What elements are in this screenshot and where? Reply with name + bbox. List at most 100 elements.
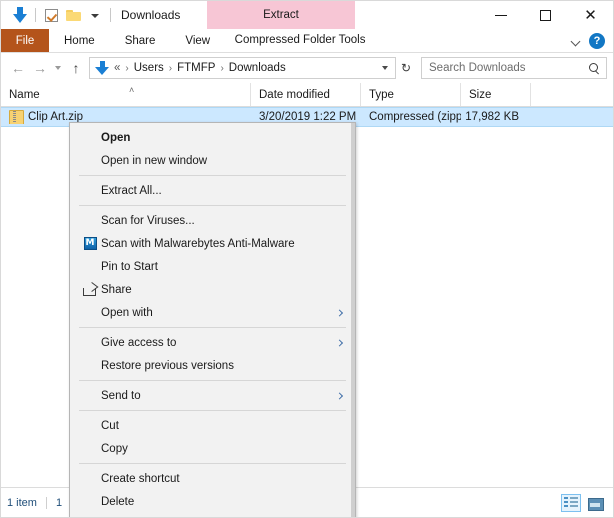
menu-item-restore-previous-versions[interactable]: Restore previous versions	[70, 354, 355, 377]
column-header-blank	[531, 83, 613, 106]
refresh-button[interactable]: ↻	[396, 57, 416, 79]
submenu-chevron-icon	[335, 308, 344, 317]
details-view-icon	[564, 497, 578, 509]
tab-view[interactable]: View	[170, 29, 225, 52]
new-folder-icon[interactable]	[62, 4, 84, 26]
menu-item-icon-placeholder	[79, 304, 101, 322]
back-button[interactable]: ←	[7, 57, 29, 79]
zip-folder-icon	[9, 110, 24, 124]
qat-divider	[35, 8, 36, 22]
menu-item-icon-placeholder	[79, 212, 101, 230]
sort-ascending-icon: ˄	[129, 85, 135, 95]
customize-qat-icon[interactable]	[84, 4, 106, 26]
column-headers: Name ˄ Date modified Type Size	[1, 83, 613, 107]
menu-item-label: Open	[101, 131, 131, 144]
recent-locations-button[interactable]	[51, 57, 65, 79]
up-button[interactable]: ↑	[65, 57, 87, 79]
menu-item-share[interactable]: Share	[70, 278, 355, 301]
submenu-chevron-icon	[335, 338, 344, 347]
forward-button[interactable]: →	[29, 57, 51, 79]
menu-item-extract-all[interactable]: Extract All...	[70, 179, 355, 202]
large-icons-view-button[interactable]	[585, 494, 605, 512]
menu-item-label: Scan for Viruses...	[101, 214, 195, 227]
menu-item-label: Cut	[101, 419, 119, 432]
downloads-arrow-icon[interactable]	[9, 4, 31, 26]
breadcrumb-item-ftmfp[interactable]: FTMFP	[177, 62, 215, 74]
menu-item-icon-placeholder	[79, 129, 101, 147]
status-item-count: 1 item	[7, 496, 37, 509]
title-bar: Downloads Extract ✕	[1, 1, 613, 29]
column-header-type[interactable]: Type	[361, 83, 461, 106]
menu-item-send-to[interactable]: Send to	[70, 384, 355, 407]
menu-item-label: Open in new window	[101, 154, 208, 167]
file-explorer-window: Downloads Extract ✕ File Home Share View…	[0, 0, 614, 518]
menu-item-icon-placeholder	[79, 357, 101, 375]
search-icon	[589, 62, 600, 74]
menu-item-create-shortcut[interactable]: Create shortcut	[70, 467, 355, 490]
malwarebytes-icon: M	[79, 235, 101, 253]
breadcrumb-item-downloads[interactable]: Downloads	[229, 62, 286, 74]
menu-separator	[79, 175, 346, 176]
file-type-cell: Compressed (zipp...	[369, 111, 461, 123]
breadcrumb-dropdown-icon[interactable]	[377, 66, 393, 70]
context-menu: Open Open in new window Extract All... Scan…	[69, 122, 356, 517]
file-size-cell: 17,982 KB	[465, 111, 519, 123]
menu-item-cut[interactable]: Cut	[70, 414, 355, 437]
breadcrumb-item-users[interactable]: Users	[134, 62, 164, 74]
menu-separator	[79, 463, 346, 464]
menu-item-label: Extract All...	[101, 184, 162, 197]
menu-separator	[79, 380, 346, 381]
address-bar: ← → ↑ « › Users › FTMFP › Downloads ↻ Se…	[1, 53, 613, 83]
minimize-button[interactable]	[478, 1, 523, 29]
menu-separator	[79, 327, 346, 328]
menu-item-rename[interactable]: Rename	[70, 513, 355, 517]
menu-item-open-in-new-window[interactable]: Open in new window	[70, 149, 355, 172]
large-icons-view-icon	[588, 497, 604, 511]
menu-separator	[79, 205, 346, 206]
breadcrumb-separator-2: ›	[168, 62, 173, 74]
menu-item-label: Create shortcut	[101, 472, 180, 485]
column-header-size[interactable]: Size	[461, 83, 531, 106]
maximize-button[interactable]	[523, 1, 568, 29]
column-header-date-modified[interactable]: Date modified	[251, 83, 361, 106]
breadcrumb-separator-3: ›	[220, 62, 224, 74]
menu-item-label: Give access to	[101, 336, 177, 349]
breadcrumb-overflow[interactable]: «	[114, 62, 120, 74]
submenu-chevron-icon	[335, 391, 344, 400]
details-view-button[interactable]	[561, 494, 581, 512]
search-box[interactable]: Search Downloads	[421, 57, 607, 79]
menu-item-scan-for-viruses[interactable]: Scan for Viruses...	[70, 209, 355, 232]
menu-item-icon-placeholder	[79, 152, 101, 170]
menu-item-pin-to-start[interactable]: Pin to Start	[70, 255, 355, 278]
downloads-folder-icon	[95, 60, 109, 76]
menu-item-give-access-to[interactable]: Give access to	[70, 331, 355, 354]
window-controls: ✕	[478, 1, 613, 29]
search-input[interactable]: Search Downloads	[429, 62, 589, 74]
contextual-tab-title: Extract	[207, 1, 355, 29]
breadcrumb[interactable]: « › Users › FTMFP › Downloads	[89, 57, 396, 79]
qat-divider-2	[110, 8, 111, 22]
menu-item-label: Scan with Malwarebytes Anti-Malware	[101, 237, 295, 250]
tab-file[interactable]: File	[1, 29, 49, 52]
menu-item-label: Send to	[101, 389, 141, 402]
properties-checkbox-icon[interactable]	[40, 4, 62, 26]
ribbon-right-controls: ?	[572, 29, 611, 53]
menu-item-copy[interactable]: Copy	[70, 437, 355, 460]
help-icon[interactable]: ?	[589, 33, 605, 49]
menu-item-icon-placeholder	[79, 258, 101, 276]
menu-item-delete[interactable]: Delete	[70, 490, 355, 513]
share-icon	[79, 281, 101, 299]
menu-item-icon-placeholder	[79, 387, 101, 405]
menu-item-open[interactable]: Open	[70, 126, 355, 149]
menu-item-icon-placeholder	[79, 493, 101, 511]
close-button[interactable]: ✕	[568, 1, 613, 29]
tab-home[interactable]: Home	[49, 29, 110, 52]
collapse-ribbon-button[interactable]	[572, 37, 581, 46]
menu-item-icon-placeholder	[79, 440, 101, 458]
tab-compressed-folder-tools[interactable]: Compressed Folder Tools	[226, 29, 375, 52]
column-header-name[interactable]: Name ˄	[1, 83, 251, 106]
menu-item-open-with[interactable]: Open with	[70, 301, 355, 324]
menu-item-scan-with-malwarebytes-anti-malware[interactable]: M Scan with Malwarebytes Anti-Malware	[70, 232, 355, 255]
tab-share[interactable]: Share	[110, 29, 171, 52]
menu-item-icon-placeholder	[79, 182, 101, 200]
